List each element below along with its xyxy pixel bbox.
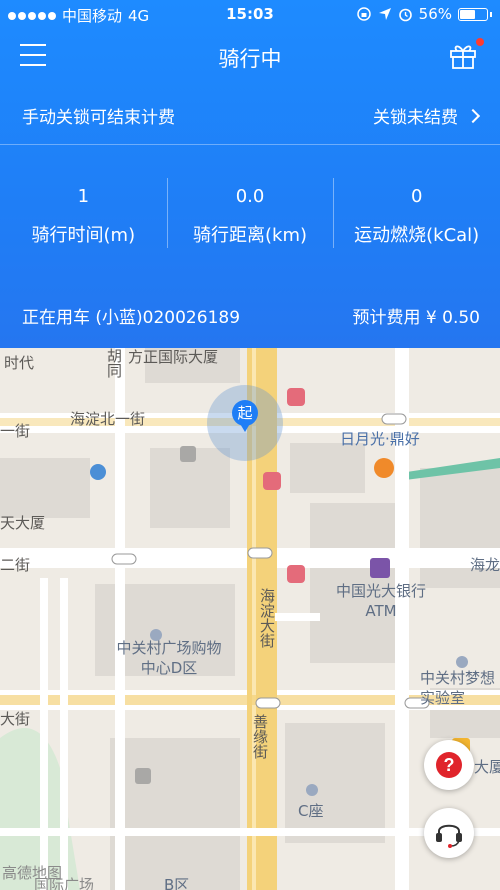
map-label: 胡同	[105, 348, 123, 378]
stat-label: 骑行时间(m)	[31, 225, 136, 246]
map-label: C座	[298, 802, 324, 820]
stat-time: 1 骑行时间(m)	[0, 178, 167, 250]
map-label: 日月光·鼎好	[340, 430, 420, 448]
start-marker-pointer	[239, 422, 251, 432]
map-label: 一街	[0, 422, 31, 440]
ride-panel: 中国移动 4G 15:03 56% 骑行中 手动关锁可结束计费 关锁未结费 1 …	[0, 0, 500, 348]
map-label: 海龙	[470, 556, 500, 574]
help-icon: ?	[436, 752, 462, 778]
customer-service-button[interactable]	[424, 808, 474, 858]
lock-hint-row: 手动关锁可结束计费 关锁未结费	[0, 95, 500, 135]
estimated-fee: 预计费用 ¥ 0.50	[352, 308, 480, 328]
nav-bar: 骑行中	[0, 32, 500, 80]
stat-value: 0.0	[235, 186, 265, 207]
lock-unfinished-link[interactable]: 关锁未结费	[373, 103, 481, 128]
help-button[interactable]: ?	[424, 740, 474, 790]
map-label: 中国光大银行ATM	[336, 582, 427, 620]
gift-icon[interactable]	[448, 40, 478, 70]
stat-calories: 0 运动燃烧(kCal)	[333, 178, 500, 250]
stat-label: 运动燃烧(kCal)	[354, 225, 480, 246]
map-label: 大街	[0, 710, 31, 728]
bike-in-use: 正在用车 (小蓝)020026189	[22, 308, 241, 328]
map-label: B区	[164, 876, 190, 890]
map-label: 方正国际大厦	[128, 348, 219, 366]
map-label: 海淀大街	[258, 588, 276, 648]
divider	[0, 144, 500, 145]
map-label: 时代	[4, 354, 35, 372]
map-label: 大厦	[474, 758, 500, 776]
alarm-icon	[398, 8, 412, 21]
chevron-right-icon	[465, 108, 481, 123]
location-icon	[378, 8, 391, 20]
rotation-lock-icon	[356, 7, 371, 21]
battery-percent: 56%	[418, 5, 452, 23]
ride-stats: 1 骑行时间(m) 0.0 骑行距离(km) 0 运动燃烧(kCal)	[0, 178, 500, 250]
stat-value: 1	[77, 186, 90, 207]
map-label: 中关村梦想实验室	[420, 669, 496, 707]
map-label: 善缘街	[251, 714, 269, 759]
stat-label: 骑行距离(km)	[193, 225, 308, 246]
stat-distance: 0.0 骑行距离(km)	[166, 178, 334, 250]
map-label: 天大厦	[0, 514, 46, 532]
stat-value: 0	[410, 186, 423, 207]
lock-unfinished-label: 关锁未结费	[373, 108, 458, 128]
notification-dot	[476, 38, 484, 46]
status-bar: 中国移动 4G 15:03 56%	[0, 0, 500, 30]
battery-icon	[458, 7, 488, 21]
lock-hint: 手动关锁可结束计费	[22, 108, 175, 128]
map-label: 中关村广场购物中心D区	[116, 639, 222, 677]
page-title: 骑行中	[218, 47, 282, 71]
headset-icon	[436, 824, 462, 848]
map-label: 二街	[0, 556, 31, 574]
map-label: 海淀北一街	[70, 410, 146, 428]
map-label: 国际广场	[34, 876, 95, 890]
